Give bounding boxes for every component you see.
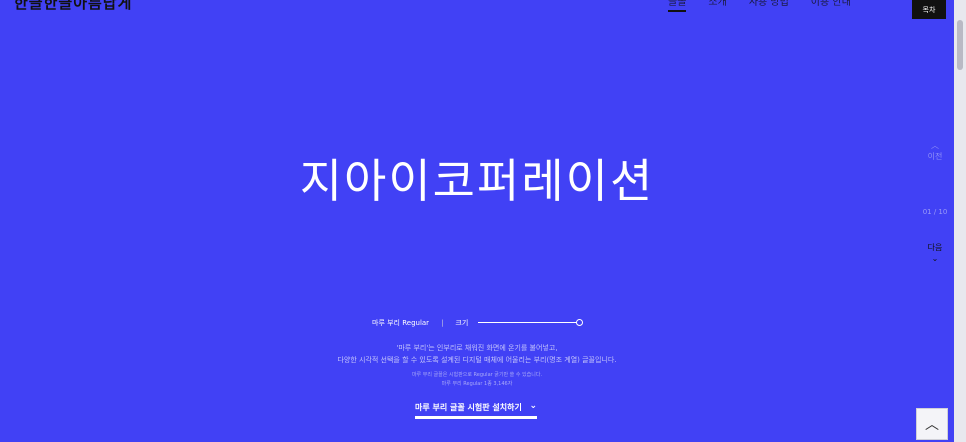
next-button[interactable]: 다음 ⌄ <box>920 242 950 264</box>
nav-item-fonts[interactable]: 글꼴 <box>668 0 687 12</box>
install-underline <box>415 416 537 419</box>
size-slider[interactable] <box>478 319 584 327</box>
font-preview-text: 지아이코퍼레이션 <box>299 154 655 208</box>
size-label: 크기 <box>455 319 469 327</box>
prev-label: 이전 <box>927 152 943 161</box>
separator: | <box>441 319 444 327</box>
nav-item-usage[interactable]: 이용 안내 <box>811 0 851 12</box>
install-button-label: 마루 부리 글꼴 시험판 설치하기 <box>415 403 522 412</box>
prev-button[interactable]: ︿ 이전 <box>920 140 950 162</box>
chevron-up-icon: ︿ <box>931 141 939 150</box>
chevron-down-icon: ⌄ <box>529 401 537 411</box>
description-line-4: 마루 부리 Regular 1종 3,146자 <box>441 381 513 387</box>
slide-counter: 01 / 10 <box>922 208 948 216</box>
toc-button[interactable]: 목차 <box>912 0 946 19</box>
preview-controls: 마루 부리 Regular | 크기 <box>372 318 584 328</box>
description-line-2: 다양한 시각적 선택을 할 수 있도록 설계된 디지털 매체에 어울리는 부리(… <box>337 356 617 364</box>
next-label: 다음 <box>927 243 943 252</box>
nav-item-about[interactable]: 소개 <box>708 0 726 12</box>
scrollbar-thumb[interactable] <box>957 20 963 70</box>
scroll-top-button[interactable]: ︿ <box>916 408 948 440</box>
chevron-up-icon: ︿ <box>925 417 939 433</box>
description-line-1: '마루 부리'는 인부리로 채워진 화면에 온기를 불어넣고, <box>396 344 558 352</box>
site-logo[interactable]: 한글한글아름답게 <box>14 0 132 13</box>
font-name[interactable]: 마루 부리 Regular <box>372 318 429 328</box>
nav-item-howto[interactable]: 사용 방법 <box>749 0 789 12</box>
chevron-down-icon: ⌄ <box>931 254 939 263</box>
scrollbar[interactable] <box>954 0 966 442</box>
size-slider-knob[interactable] <box>576 319 584 326</box>
size-slider-track[interactable] <box>478 322 579 323</box>
top-nav: 글꼴 소개 사용 방법 이용 안내 <box>668 0 851 12</box>
description-line-3: 마루 부리 글꼴은 시험판으로 Regular 굵기만 쓸 수 있습니다. <box>411 372 543 378</box>
install-button[interactable]: 마루 부리 글꼴 시험판 설치하기 ⌄ <box>415 401 537 419</box>
